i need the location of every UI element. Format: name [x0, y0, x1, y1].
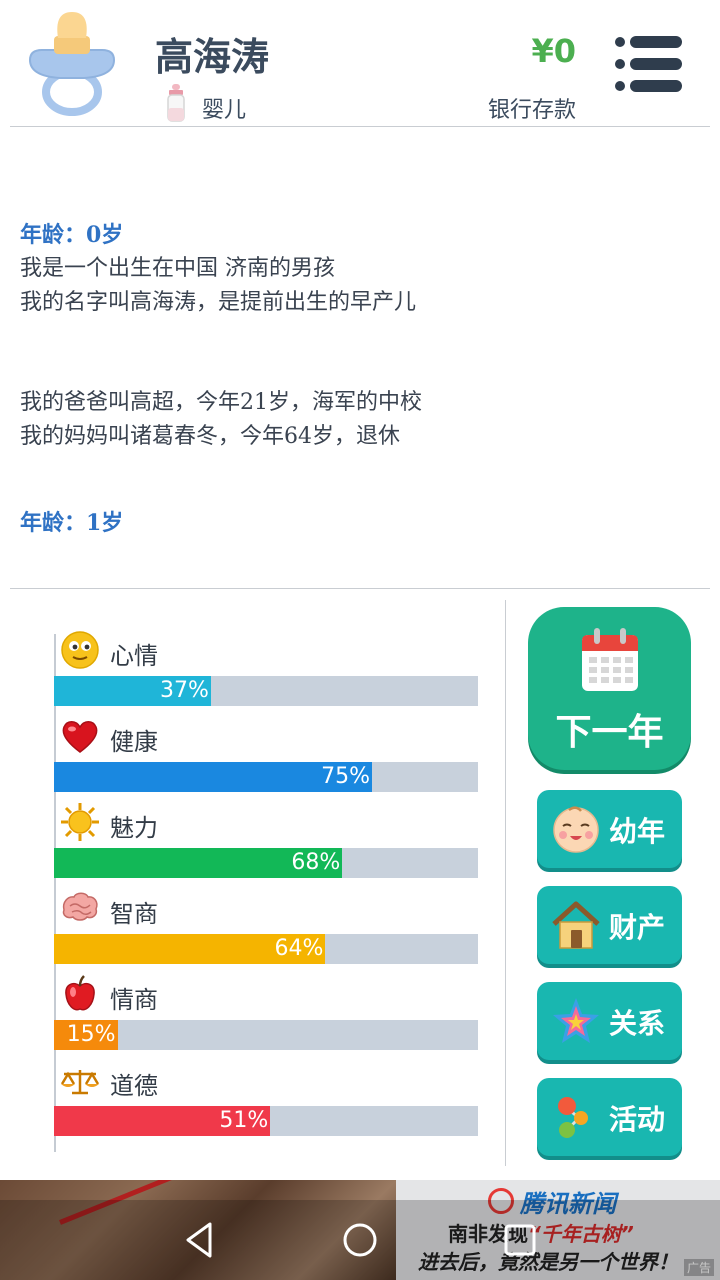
activity-dots-icon: [558, 1097, 588, 1138]
stat-charm: 魅力 68%: [54, 802, 478, 888]
scales-icon: [60, 1070, 100, 1095]
stat-percent: 15%: [66, 1022, 116, 1047]
stat-fill: 51%: [54, 1106, 271, 1136]
stat-track: 75%: [54, 762, 478, 792]
log-line: 我的爸爸叫高超，今年21岁，海军的中校: [20, 390, 422, 415]
stat-track: 37%: [54, 676, 478, 706]
calendar-icon: [582, 628, 638, 691]
pacifier-avatar-icon: [28, 12, 116, 116]
stat-morality: 道德 51%: [54, 1060, 478, 1146]
home-icon[interactable]: [340, 1220, 380, 1260]
stat-percent: 68%: [291, 850, 341, 875]
activities-label: 活动: [609, 1103, 666, 1136]
smiley-icon: [61, 631, 99, 669]
bank-balance-label: 银行存款: [487, 98, 576, 123]
player-name: 高海涛: [155, 35, 270, 79]
panel-divider: [505, 600, 506, 1166]
stars-icon: [553, 998, 599, 1043]
stat-label: 情商: [110, 986, 158, 1014]
next-year-button[interactable]: 下一年: [528, 607, 691, 770]
age-heading: 年龄：0岁: [20, 222, 124, 248]
stats-panel: 心情 37% 健康 75% 魅力 68% 智商 64% 情商 15% 道德 51…: [0, 600, 505, 1160]
apple-icon: [65, 975, 95, 1011]
age-heading: 年龄：1岁: [20, 510, 124, 536]
stat-percent: 75%: [321, 764, 370, 789]
system-nav-bar: [0, 1200, 720, 1280]
baby-face-icon: [553, 806, 599, 853]
stat-health: 健康 75%: [54, 716, 478, 802]
stat-mood: 心情 37%: [54, 630, 478, 716]
recents-icon[interactable]: [500, 1220, 540, 1260]
menu-icon[interactable]: [612, 34, 684, 94]
relations-label: 关系: [609, 1007, 666, 1040]
next-year-label: 下一年: [555, 712, 664, 753]
stat-label: 智商: [110, 900, 158, 928]
log-line: 我的妈妈叫诸葛春冬，今年64岁，退休: [20, 424, 400, 449]
childhood-button[interactable]: 幼年: [537, 790, 682, 868]
stat-eq: 情商 15%: [54, 974, 478, 1060]
childhood-label: 幼年: [609, 815, 666, 848]
stat-iq: 智商 64%: [54, 888, 478, 974]
house-icon: [552, 901, 600, 949]
log-line: 我是一个出生在中国 济南的男孩: [20, 256, 335, 281]
stat-track: 51%: [54, 1106, 478, 1136]
property-button[interactable]: 财产: [537, 886, 682, 964]
stat-label: 道德: [110, 1072, 158, 1100]
stat-percent: 64%: [274, 936, 324, 961]
back-icon[interactable]: [180, 1220, 220, 1260]
section-divider: [10, 588, 710, 589]
brain-icon: [62, 892, 98, 921]
stat-fill: 64%: [54, 934, 326, 964]
life-stage-label: 婴儿: [202, 98, 247, 123]
header-divider: [10, 126, 710, 127]
activities-button[interactable]: 活动: [537, 1078, 682, 1156]
stat-label: 心情: [110, 642, 158, 670]
stat-fill: 37%: [54, 676, 211, 706]
sun-icon: [61, 803, 99, 841]
header: 高海涛 婴儿 ¥0 银行存款: [0, 0, 720, 128]
life-log: 年龄：0岁 我是一个出生在中国 济南的男孩 我的名字叫高海涛，是提前出生的早产儿…: [20, 218, 700, 540]
stat-fill: 68%: [54, 848, 343, 878]
baby-bottle-icon: [167, 84, 185, 122]
heart-icon: [62, 721, 98, 753]
log-line: 我的名字叫高海涛，是提前出生的早产儿: [20, 290, 417, 315]
stat-label: 魅力: [110, 814, 158, 842]
stat-label: 健康: [110, 728, 158, 756]
stat-track: 15%: [54, 1020, 478, 1050]
stat-percent: 51%: [219, 1108, 269, 1133]
stat-track: 68%: [54, 848, 478, 878]
stat-fill: 15%: [54, 1020, 118, 1050]
stat-percent: 37%: [159, 678, 209, 703]
property-label: 财产: [609, 911, 666, 944]
bank-balance: ¥0: [531, 32, 576, 70]
stat-track: 64%: [54, 934, 478, 964]
stat-fill: 75%: [54, 762, 372, 792]
relations-button[interactable]: 关系: [537, 982, 682, 1060]
